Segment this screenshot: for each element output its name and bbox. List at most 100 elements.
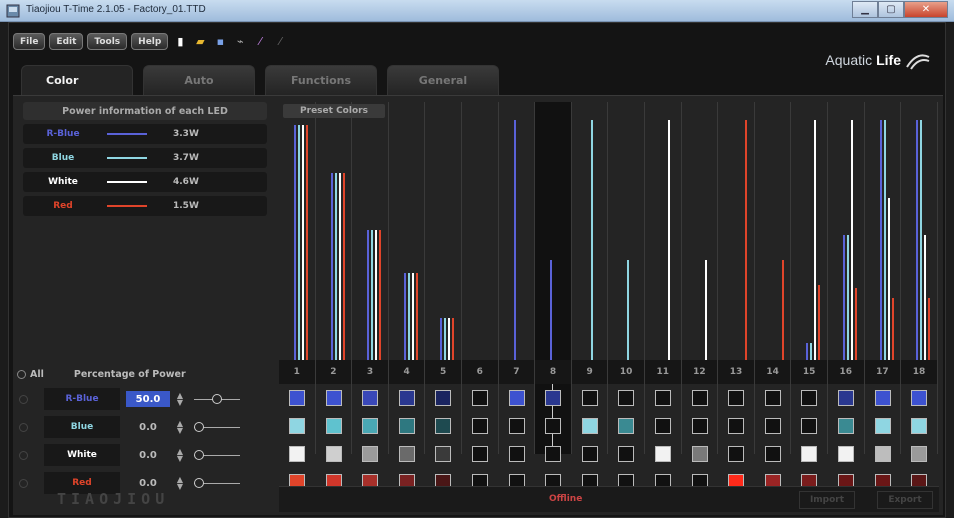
menu-file[interactable]: File: [13, 33, 46, 50]
power-slider[interactable]: [194, 477, 240, 489]
channel-column[interactable]: 1: [279, 102, 316, 490]
color-swatch[interactable]: [691, 446, 708, 462]
slider-knob[interactable]: [194, 450, 204, 460]
color-swatch[interactable]: [655, 446, 671, 462]
power-slider[interactable]: [194, 421, 240, 433]
color-swatch[interactable]: [581, 446, 598, 462]
power-value-input[interactable]: 50.0: [126, 391, 170, 407]
color-swatch[interactable]: [508, 446, 525, 462]
power-slider[interactable]: [194, 393, 240, 405]
tab-general[interactable]: General: [387, 65, 499, 95]
color-swatch[interactable]: [289, 390, 305, 406]
new-file-icon[interactable]: ▮: [172, 35, 188, 49]
channel-column[interactable]: 18: [901, 102, 938, 490]
spinner-icon[interactable]: ▲ ▼: [174, 448, 186, 463]
channel-column[interactable]: 16: [828, 102, 865, 490]
color-swatch[interactable]: [398, 446, 415, 462]
power-value-input[interactable]: 0.0: [126, 447, 170, 463]
channel-radio[interactable]: [19, 478, 28, 488]
menu-help[interactable]: Help: [131, 33, 169, 50]
preset-colors-button[interactable]: Preset Colors: [283, 104, 385, 118]
color-swatch[interactable]: [325, 418, 342, 434]
color-swatch[interactable]: [362, 418, 379, 434]
channel-column[interactable]: 10: [608, 102, 645, 490]
color-swatch[interactable]: [581, 418, 598, 434]
color-swatch[interactable]: [618, 446, 635, 462]
color-swatch[interactable]: [838, 446, 854, 462]
color-swatch[interactable]: [472, 446, 488, 462]
color-swatch[interactable]: [911, 446, 928, 462]
color-swatch[interactable]: [435, 446, 452, 462]
color-swatch[interactable]: [398, 418, 415, 434]
all-radio[interactable]: [17, 369, 26, 379]
color-swatch[interactable]: [435, 418, 452, 434]
menu-tools[interactable]: Tools: [87, 33, 128, 50]
power-value-input[interactable]: 0.0: [126, 419, 170, 435]
color-swatch[interactable]: [838, 390, 854, 406]
channel-column[interactable]: 6: [462, 102, 499, 490]
color-swatch[interactable]: [618, 418, 635, 434]
color-swatch[interactable]: [472, 390, 488, 406]
close-button[interactable]: ✕: [904, 1, 948, 18]
channel-column[interactable]: 17: [864, 102, 902, 490]
color-swatch[interactable]: [362, 446, 379, 462]
color-swatch[interactable]: [874, 418, 891, 434]
slider-knob[interactable]: [194, 422, 204, 432]
tab-auto[interactable]: Auto: [143, 65, 255, 95]
color-swatch[interactable]: [728, 390, 745, 406]
color-swatch[interactable]: [398, 390, 415, 406]
spinner-icon[interactable]: ▲ ▼: [174, 420, 186, 435]
channel-column[interactable]: 14: [754, 102, 792, 490]
color-swatch[interactable]: [325, 390, 342, 406]
color-swatch[interactable]: [911, 418, 928, 434]
color-swatch[interactable]: [655, 390, 671, 406]
color-swatch[interactable]: [362, 390, 379, 406]
color-swatch[interactable]: [508, 418, 525, 434]
channel-column[interactable]: 15: [791, 102, 828, 490]
channel-column[interactable]: 5: [425, 102, 462, 490]
maximize-button[interactable]: ▢: [878, 1, 904, 18]
power-slider[interactable]: [194, 449, 240, 461]
color-swatch[interactable]: [801, 390, 818, 406]
channel-column[interactable]: 13: [718, 102, 755, 490]
color-swatch[interactable]: [325, 446, 342, 462]
tab-color[interactable]: Color: [21, 65, 133, 95]
color-swatch[interactable]: [764, 390, 781, 406]
color-swatch[interactable]: [874, 446, 891, 462]
power-value-input[interactable]: 0.0: [126, 475, 170, 491]
save-icon[interactable]: ▪: [212, 35, 228, 49]
color-swatch[interactable]: [472, 418, 488, 434]
spinner-icon[interactable]: ▲ ▼: [174, 476, 186, 491]
connect-icon[interactable]: ⌁: [232, 35, 248, 49]
color-swatch[interactable]: [911, 390, 928, 406]
channel-column[interactable]: 8: [535, 102, 572, 490]
channel-column[interactable]: 4: [388, 102, 426, 490]
color-swatch[interactable]: [545, 390, 562, 406]
color-swatch[interactable]: [655, 418, 671, 434]
channel-radio[interactable]: [19, 422, 28, 432]
export-button[interactable]: Export: [877, 491, 933, 509]
color-swatch[interactable]: [581, 390, 598, 406]
color-swatch[interactable]: [874, 390, 891, 406]
color-swatch[interactable]: [289, 446, 305, 462]
channel-column[interactable]: 12: [681, 102, 719, 490]
tab-functions[interactable]: Functions: [265, 65, 377, 95]
color-swatch[interactable]: [435, 390, 452, 406]
channel-radio[interactable]: [19, 450, 28, 460]
channel-column[interactable]: 9: [571, 102, 609, 490]
channel-column[interactable]: 7: [498, 102, 536, 490]
wand-icon[interactable]: ⁄: [252, 35, 268, 49]
channel-radio[interactable]: [19, 394, 28, 404]
color-swatch[interactable]: [801, 418, 818, 434]
color-swatch[interactable]: [838, 418, 854, 434]
color-swatch[interactable]: [618, 390, 635, 406]
color-swatch[interactable]: [801, 446, 818, 462]
color-swatch[interactable]: [289, 418, 305, 434]
open-folder-icon[interactable]: ▰: [192, 35, 208, 49]
color-swatch[interactable]: [728, 418, 745, 434]
disabled-tool-icon[interactable]: ⁄: [272, 35, 288, 49]
color-swatch[interactable]: [508, 390, 525, 406]
spinner-icon[interactable]: ▲ ▼: [174, 392, 186, 407]
channel-column[interactable]: 2: [315, 102, 353, 490]
color-swatch[interactable]: [691, 390, 708, 406]
